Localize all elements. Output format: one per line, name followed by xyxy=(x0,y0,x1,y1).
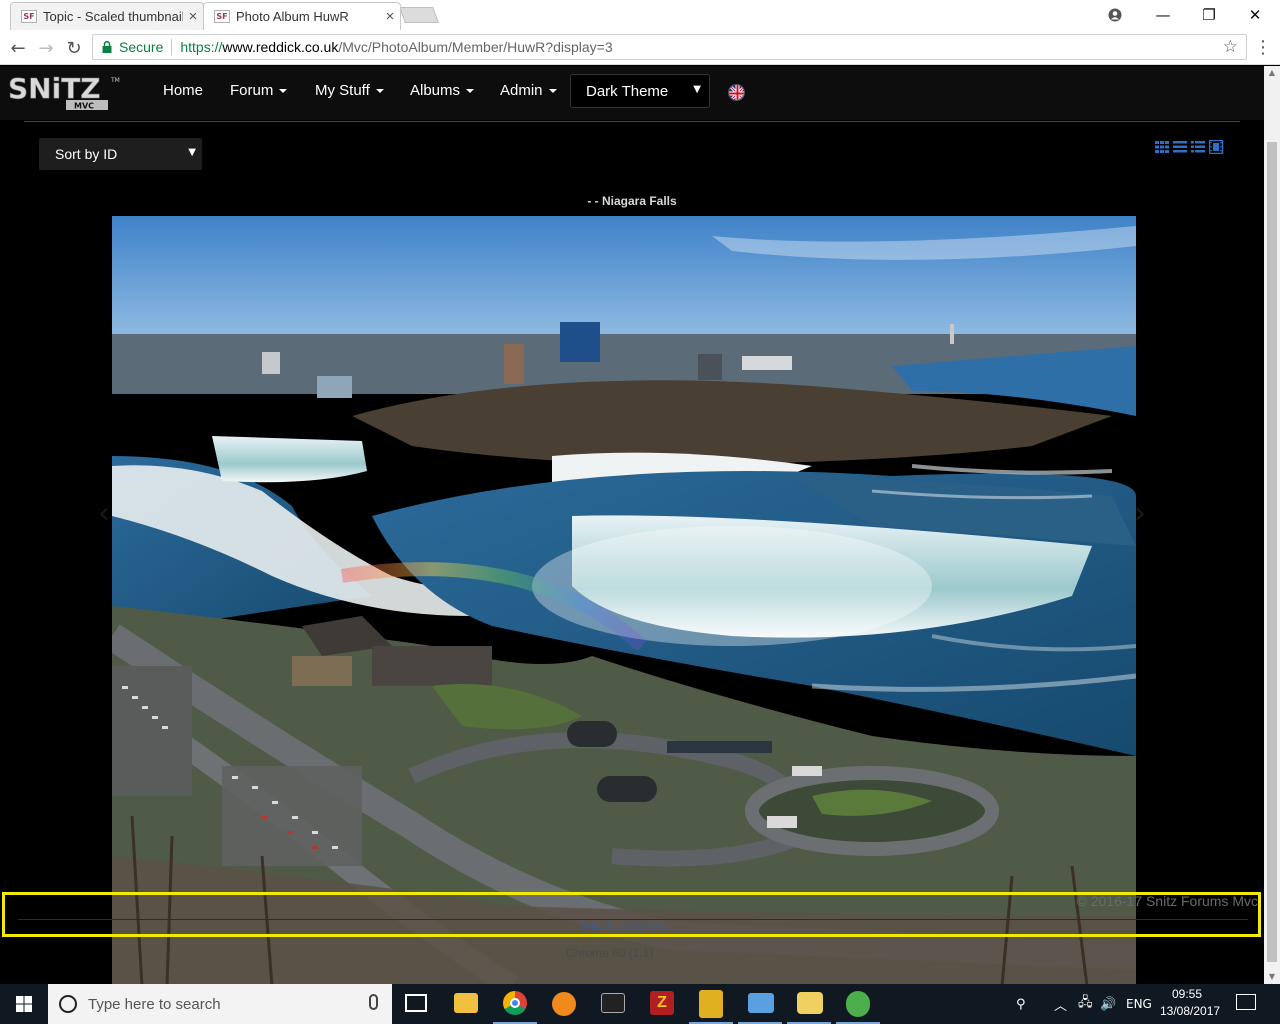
nav-home-label: Home xyxy=(163,82,204,99)
secure-label: Secure xyxy=(119,39,164,55)
new-tab-button[interactable] xyxy=(399,7,439,23)
photo-caption: - - Niagara Falls xyxy=(587,194,677,208)
browser-info-text: Chrome 60 (1.1) xyxy=(566,946,654,960)
browser-tab-photo-album[interactable]: SF Photo Album HuwR × xyxy=(203,2,401,30)
browser-menu-icon[interactable]: ⋮ xyxy=(1254,37,1272,58)
browser-tab-strip: SF Topic - Scaled thumbnail × SF Photo A… xyxy=(0,0,1280,30)
volume-icon[interactable]: 🔊 xyxy=(1100,984,1116,1024)
clock-time: 09:55 xyxy=(1171,987,1203,1001)
media-player-icon[interactable] xyxy=(552,992,576,1016)
url-scheme: https:// xyxy=(180,39,223,55)
dropdown-arrow-icon: ▼ xyxy=(188,147,196,158)
reload-button[interactable]: ↻ xyxy=(62,36,86,60)
omnibox-separator xyxy=(171,39,173,55)
archive-icon[interactable] xyxy=(699,990,723,1018)
theme-select[interactable]: Dark Theme ▼ xyxy=(570,74,710,108)
nav-forum[interactable]: Forum xyxy=(230,82,288,99)
language-indicator[interactable]: ENG xyxy=(1126,984,1152,1024)
nav-my-stuff-label: My Stuff xyxy=(315,82,370,99)
file-explorer-icon[interactable] xyxy=(454,993,478,1013)
cortana-icon xyxy=(59,995,77,1013)
taskbar-search-placeholder: Type here to search xyxy=(88,995,221,1013)
task-view-icon[interactable] xyxy=(405,994,427,1012)
start-button[interactable] xyxy=(0,984,48,1024)
nav-forum-label: Forum xyxy=(230,82,274,99)
filmstrip-icon[interactable] xyxy=(1208,139,1224,155)
url-host: www.reddick.co.uk xyxy=(222,39,339,55)
browser-toolbar: ← → ↻ Secure https://www.reddick.co.uk/M… xyxy=(0,30,1280,65)
snitz-favicon-icon: SF xyxy=(21,10,37,23)
folder-sync-icon[interactable] xyxy=(797,992,823,1014)
windows-logo-icon xyxy=(16,996,32,1012)
minimize-button[interactable]: — xyxy=(1140,0,1186,30)
sort-select[interactable]: Sort by ID ▼ xyxy=(39,138,202,170)
site-footer: © 2016-17 Snitz Forums Mvc Snitz Forums … xyxy=(0,888,1264,984)
show-hidden-icons[interactable]: ︿ xyxy=(1054,984,1067,1024)
nav-admin-label: Admin xyxy=(500,82,543,99)
bookmark-star-icon[interactable]: ☆ xyxy=(1223,37,1238,57)
site-navbar: SNiTZ MVC TM Home Forum My Stuff Albums … xyxy=(0,66,1264,120)
copyright-text: © 2016-17 Snitz Forums Mvc xyxy=(1076,893,1259,909)
microphone-icon[interactable] xyxy=(369,994,378,1010)
tab-close-icon[interactable]: × xyxy=(183,8,203,25)
restore-button[interactable]: ❐ xyxy=(1186,0,1232,30)
detail-list-icon[interactable] xyxy=(1191,140,1206,154)
footer-link[interactable]: Snitz Forums Mvc xyxy=(580,920,668,932)
sort-select-value: Sort by ID xyxy=(55,146,118,162)
logo-tm: TM xyxy=(110,77,120,84)
browser-tab-topic[interactable]: SF Topic - Scaled thumbnail × xyxy=(10,2,204,30)
network-icon[interactable]: 🖧 xyxy=(1078,984,1093,1024)
tab-close-icon[interactable]: × xyxy=(380,8,400,25)
nav-albums-label: Albums xyxy=(410,82,461,99)
scroll-up-icon[interactable]: ▲ xyxy=(1264,66,1280,80)
uk-flag-icon[interactable] xyxy=(728,84,745,101)
navbar-divider xyxy=(24,121,1240,122)
snitz-favicon-icon: SF xyxy=(214,10,230,23)
people-icon[interactable]: ⚲ xyxy=(1016,984,1026,1024)
nav-admin[interactable]: Admin xyxy=(500,82,557,99)
windows-taskbar: Type here to search Z ⚲ ︿ 🖧 🔊 ENG 09:55 … xyxy=(0,984,1280,1024)
chevron-down-icon xyxy=(548,89,557,94)
tab-title: Topic - Scaled thumbnail xyxy=(43,9,183,24)
database-icon[interactable] xyxy=(846,991,870,1017)
remote-desktop-icon[interactable] xyxy=(748,993,774,1013)
page-scrollbar[interactable]: ▲ ▼ xyxy=(1264,66,1280,984)
filezilla-icon[interactable]: Z xyxy=(650,991,674,1015)
nav-home[interactable]: Home xyxy=(163,82,203,99)
close-button[interactable]: ✕ xyxy=(1232,0,1278,30)
action-center-icon[interactable] xyxy=(1236,994,1256,1010)
album-photo[interactable] xyxy=(112,216,1136,984)
tab-title: Photo Album HuwR xyxy=(236,9,349,24)
profile-icon[interactable] xyxy=(1092,0,1138,30)
dropdown-arrow-icon: ▼ xyxy=(693,84,701,95)
chrome-icon[interactable] xyxy=(503,991,527,1015)
scroll-down-icon[interactable]: ▼ xyxy=(1264,970,1280,984)
theme-select-value: Dark Theme xyxy=(586,82,669,100)
nav-albums[interactable]: Albums xyxy=(410,82,475,99)
logo-sub: MVC xyxy=(74,102,94,111)
grid-view-icon[interactable] xyxy=(1155,140,1170,154)
address-bar[interactable]: Secure https://www.reddick.co.uk/Mvc/Pho… xyxy=(92,34,1247,60)
back-button[interactable]: ← xyxy=(6,36,30,60)
taskbar-search[interactable]: Type here to search xyxy=(48,984,392,1024)
scrollbar-thumb[interactable] xyxy=(1267,142,1277,962)
forward-button[interactable]: → xyxy=(34,36,58,60)
snitz-logo[interactable]: SNiTZ MVC TM xyxy=(8,72,120,112)
page-viewport: SNiTZ MVC TM Home Forum My Stuff Albums … xyxy=(0,66,1264,984)
terminal-icon[interactable] xyxy=(601,993,625,1013)
taskbar-clock[interactable]: 09:55 13/08/2017 xyxy=(1160,986,1221,1020)
chevron-down-icon xyxy=(466,89,475,94)
chevron-down-icon xyxy=(375,89,384,94)
carousel-prev-button[interactable]: ‹ xyxy=(98,496,110,531)
clock-date: 13/08/2017 xyxy=(1160,1004,1221,1018)
chevron-down-icon xyxy=(279,89,288,94)
nav-my-stuff[interactable]: My Stuff xyxy=(315,82,384,99)
lock-icon xyxy=(99,38,115,56)
list-view-icon[interactable] xyxy=(1173,140,1188,154)
url-path: /Mvc/PhotoAlbum/Member/HuwR?display=3 xyxy=(338,39,613,55)
